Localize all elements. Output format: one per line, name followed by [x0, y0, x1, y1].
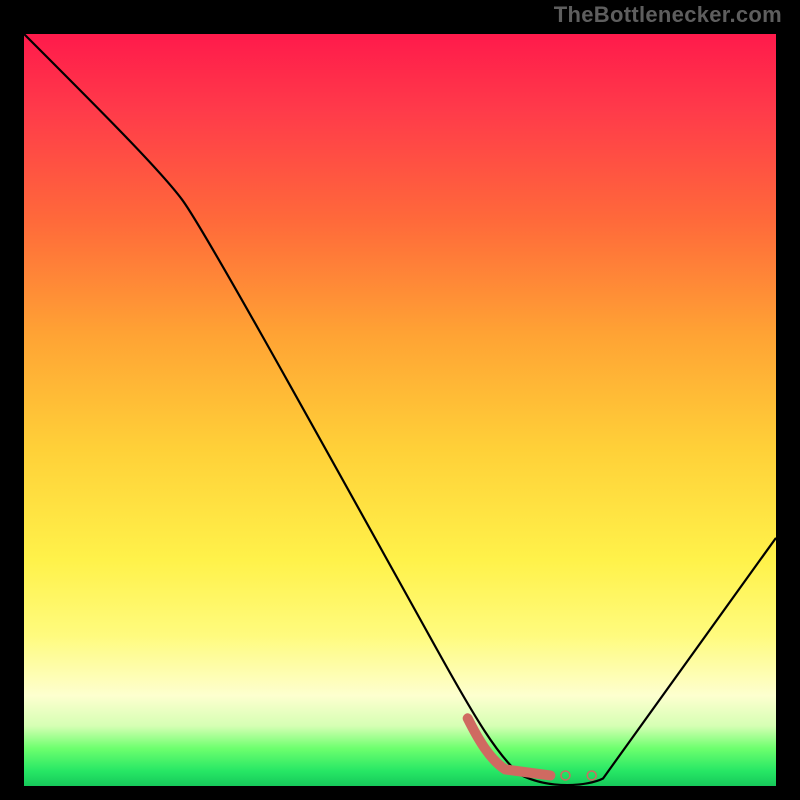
- curve-layer: [24, 34, 776, 786]
- chart-frame: TheBottlenecker.com: [0, 0, 800, 800]
- plot-area: [20, 30, 780, 790]
- attribution-label: TheBottlenecker.com: [554, 2, 782, 28]
- bottleneck-curve-stroke: [24, 34, 776, 785]
- highlight-segment: [468, 718, 551, 775]
- bottleneck-curve: [24, 34, 776, 785]
- highlight-dot-2: [591, 775, 593, 777]
- highlight-dot-1: [565, 775, 567, 777]
